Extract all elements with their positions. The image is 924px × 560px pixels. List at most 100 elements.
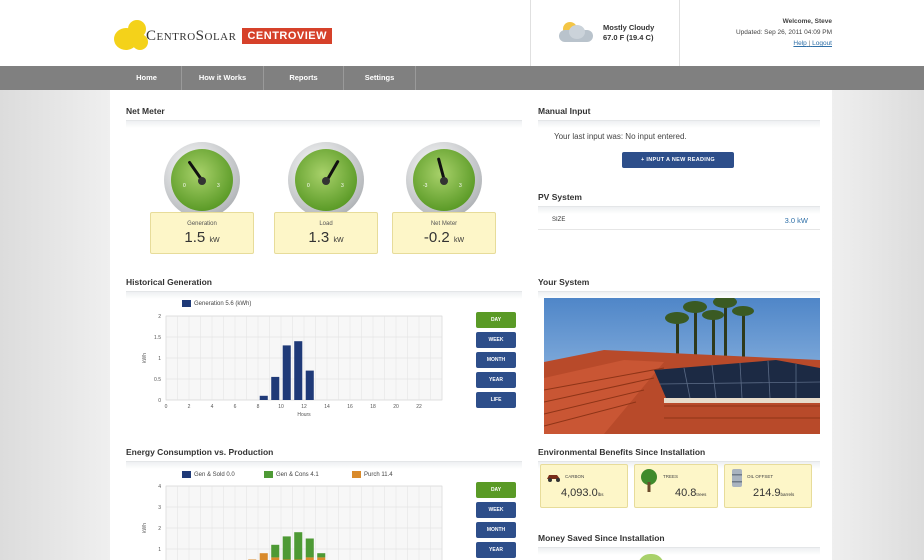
env-value: 214.9barrels xyxy=(753,487,795,499)
legend-swatch xyxy=(352,471,361,478)
env-value: 4,093.0lbs xyxy=(561,487,604,499)
x-tick-label: 6 xyxy=(234,404,237,410)
logout-link[interactable]: Logout xyxy=(812,40,832,47)
header: CentroSolar CENTROVIEW Mostly Cloudy 67.… xyxy=(0,0,924,68)
x-tick-label: 2 xyxy=(188,404,191,410)
gauge-value: 1.5 xyxy=(184,229,206,246)
hist-range-day[interactable]: DAY xyxy=(476,312,516,328)
product-badge: CENTROVIEW xyxy=(242,28,333,44)
consumption-title: Energy Consumption vs. Production xyxy=(126,447,274,457)
x-tick-label: 18 xyxy=(370,404,376,410)
historical-title: Historical Generation xyxy=(126,277,212,287)
gauge-unit: kW xyxy=(209,237,220,244)
y-tick-label: 0 xyxy=(158,398,161,404)
legend-swatch xyxy=(264,471,273,478)
y-tick-label: 1.5 xyxy=(154,335,161,341)
historical-generation-chart: 00.511.520 2 4 6 8 10 12 14 16 18 20 22HourskWh xyxy=(142,314,443,418)
gauge-label: Net Meter xyxy=(430,221,458,227)
money-saved-title: Money Saved Since Installation xyxy=(538,533,665,543)
last-input-text: Your last input was: No input entered. xyxy=(554,132,687,141)
generation-bar xyxy=(282,345,291,400)
link-separator: | xyxy=(808,40,811,47)
stacked-bar-segment xyxy=(305,538,314,558)
net-meter-title: Net Meter xyxy=(126,106,165,116)
cons-range-year[interactable]: YEAR xyxy=(476,542,516,558)
gauge-value: -0.2 xyxy=(423,229,450,246)
pv-size-value: 3.0 kW xyxy=(784,216,808,225)
pv-size-row: SIZE 3.0 kW xyxy=(538,212,820,230)
cons-range-day[interactable]: DAY xyxy=(476,482,516,498)
gauge-value: 1.3 xyxy=(308,229,330,246)
gauge-label: Generation xyxy=(187,221,217,227)
your-system-title: Your System xyxy=(538,277,590,287)
oil-offset-card: OIL OFFSET 214.9barrels xyxy=(724,464,812,508)
page-margin-right xyxy=(832,90,924,560)
oil-barrel-icon xyxy=(732,469,742,487)
consumption-legend-cons: Gen & Cons 4.1 xyxy=(264,471,319,478)
x-tick-label: 14 xyxy=(324,404,330,410)
y-tick-label: 3 xyxy=(158,505,161,511)
consumption-legend-purch: Purch 11.4 xyxy=(352,471,393,478)
hist-range-week[interactable]: WEEK xyxy=(476,332,516,348)
dashboard-content: Net Meter 0 3 Generation 1.5 kW 0 3 Load… xyxy=(110,90,832,560)
partly-cloudy-icon xyxy=(559,22,595,44)
generation-readout: Generation 1.5 kW xyxy=(150,212,254,254)
x-tick-label: 8 xyxy=(257,404,260,410)
historical-legend: Generation 5.6 (kWh) xyxy=(182,300,251,307)
pv-size-label: SIZE xyxy=(552,217,566,223)
gauge-label: Load xyxy=(319,221,333,227)
weather-widget: Mostly Cloudy 67.0 F (19.4 C) xyxy=(530,0,680,66)
stacked-bar-segment xyxy=(282,536,291,560)
system-photo xyxy=(544,298,820,434)
tree-icon xyxy=(641,469,657,492)
legend-label: Gen & Cons 4.1 xyxy=(276,471,319,478)
page-margin-left xyxy=(0,90,110,560)
stacked-bar-segment xyxy=(259,553,268,560)
input-reading-button[interactable]: + INPUT A NEW READING xyxy=(622,152,734,168)
cons-range-month[interactable]: MONTH xyxy=(476,522,516,538)
y-axis-label: kWh xyxy=(142,353,148,363)
gauge-unit: kW xyxy=(333,237,344,244)
env-label: OIL OFFSET xyxy=(747,474,774,479)
load-readout: Load 1.3 kW xyxy=(274,212,378,254)
nav-settings[interactable]: Settings xyxy=(344,66,416,90)
sun-logo-icon xyxy=(112,18,154,54)
legend-label: Gen & Sold 0.0 xyxy=(194,471,235,478)
hist-range-life[interactable]: LIFE xyxy=(476,392,516,408)
env-label: TREES xyxy=(663,474,679,479)
help-link[interactable]: Help xyxy=(793,40,806,47)
manual-input-title: Manual Input xyxy=(538,106,591,116)
consumption-legend-sold: Gen & Sold 0.0 xyxy=(182,471,235,478)
generation-bar xyxy=(259,395,268,400)
stacked-bar-segment xyxy=(294,532,303,560)
weather-temperature: 67.0 F (19.4 C) xyxy=(603,33,654,42)
y-tick-label: 4 xyxy=(158,484,161,490)
carbon-card: CARBON 4,093.0lbs xyxy=(540,464,628,508)
input-reading-label: INPUT A NEW READING xyxy=(646,157,715,163)
nav-how-it-works[interactable]: How it Works xyxy=(182,66,264,90)
car-icon xyxy=(547,475,560,482)
brand-logo[interactable]: CentroSolar CENTROVIEW xyxy=(112,16,333,56)
nav-home[interactable]: Home xyxy=(112,66,182,90)
generation-bar xyxy=(271,376,280,400)
generation-bar xyxy=(305,370,314,400)
x-axis-label: Hours xyxy=(297,412,311,418)
stacked-bar-segment xyxy=(317,553,326,558)
pv-system-title: PV System xyxy=(538,192,582,202)
y-tick-label: 1 xyxy=(158,547,161,553)
generation-bar xyxy=(294,341,303,400)
legend-label: Generation 5.6 (kWh) xyxy=(194,300,252,307)
env-label: CARBON xyxy=(565,474,585,479)
legend-swatch xyxy=(182,300,191,307)
main-nav: Home How it Works Reports Settings xyxy=(0,66,924,90)
user-box: Welcome, Steve Updated: Sep 26, 2011 04:… xyxy=(736,16,832,49)
consumption-chart: 01234kWh xyxy=(142,484,443,560)
hist-range-year[interactable]: YEAR xyxy=(476,372,516,388)
x-tick-label: 10 xyxy=(278,404,284,410)
generation-gauge: 0 3 Generation 1.5 kW xyxy=(150,142,254,258)
env-value: 40.8trees xyxy=(675,487,707,499)
nav-reports[interactable]: Reports xyxy=(264,66,344,90)
cons-range-week[interactable]: WEEK xyxy=(476,502,516,518)
hist-range-month[interactable]: MONTH xyxy=(476,352,516,368)
updated-time: Updated: Sep 26, 2011 04:09 PM xyxy=(735,29,832,36)
